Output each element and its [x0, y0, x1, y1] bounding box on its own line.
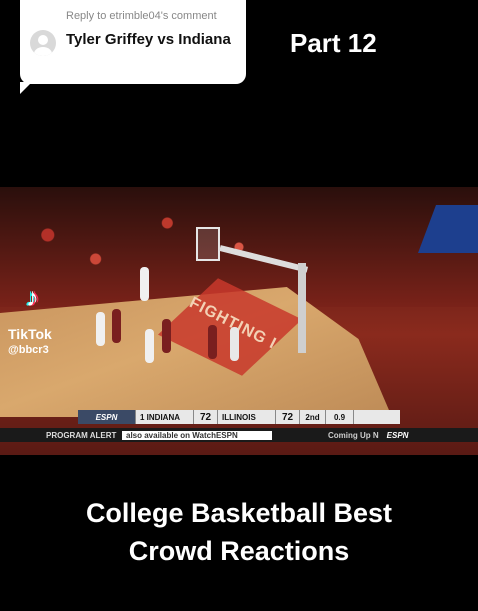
- tiktok-logo-icon: ♪: [26, 282, 39, 312]
- game-clock: 0.9: [326, 410, 354, 424]
- player: [112, 309, 121, 343]
- ticker-next: Coming Up N: [328, 430, 379, 440]
- player: [162, 319, 171, 353]
- player: [140, 267, 149, 301]
- ticker-label: PROGRAM ALERT: [46, 430, 117, 440]
- reply-header: Reply to etrimble04's comment: [66, 10, 217, 22]
- tiktok-handle: @bbcr3: [8, 344, 49, 356]
- caption-line-2: Crowd Reactions: [128, 536, 350, 566]
- caption-line-1: College Basketball Best: [85, 498, 393, 528]
- reply-comment-bubble[interactable]: Reply to etrimble04's comment Tyler Grif…: [20, 0, 246, 94]
- game-period: 2nd: [300, 410, 326, 424]
- network-logo: ESPN: [78, 410, 136, 424]
- hoop-post: [298, 263, 306, 353]
- reply-comment-text: Tyler Griffey vs Indiana: [66, 31, 231, 48]
- player: [96, 312, 105, 346]
- player: [145, 329, 154, 363]
- video-caption: College Basketball Best Crowd Reactions: [0, 494, 478, 570]
- away-score: 72: [194, 410, 218, 424]
- home-score: 72: [276, 410, 300, 424]
- player: [208, 325, 217, 359]
- avatar: [30, 30, 56, 56]
- scoreboard: ESPN 1 INDIANA 72 ILLINOIS 72 2nd 0.9: [78, 410, 400, 424]
- bottom-ticker: PROGRAM ALERT also available on WatchESP…: [0, 428, 478, 442]
- part-label: Part 12: [290, 28, 377, 58]
- tiktok-name: TikTok: [8, 326, 52, 342]
- home-team: ILLINOIS: [218, 410, 276, 424]
- player: [230, 327, 239, 361]
- away-team: 1 INDIANA: [136, 410, 194, 424]
- ticker-message: also available on WatchESPN: [122, 430, 272, 440]
- ticker-network-logo: ESPN: [386, 430, 409, 440]
- backboard: [196, 227, 220, 261]
